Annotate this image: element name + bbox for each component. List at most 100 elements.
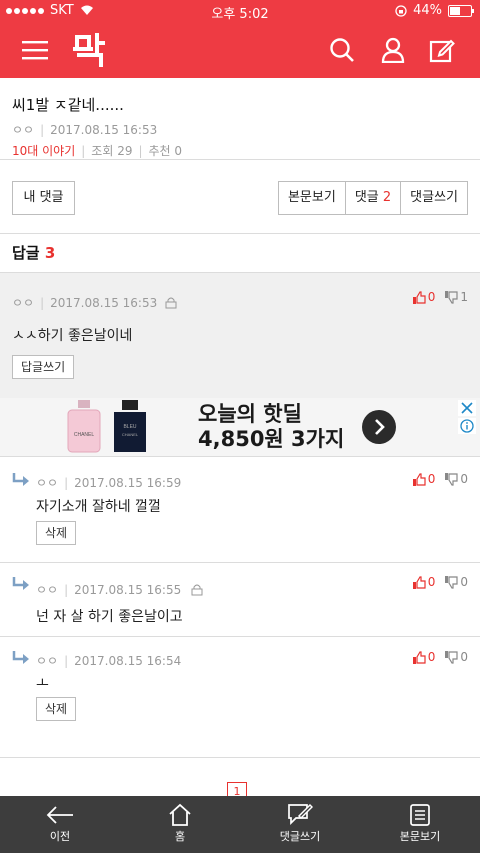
back-arrow-icon <box>46 806 73 824</box>
document-icon <box>410 804 430 826</box>
reply-button[interactable]: 답글쓰기 <box>12 355 75 379</box>
search-icon[interactable] <box>324 32 360 68</box>
lock-rotation-icon <box>395 4 407 17</box>
post-views: 조회 29 <box>91 144 133 158</box>
upvote-button[interactable]: 0 <box>412 650 436 664</box>
view-post-button[interactable]: 본문보기 <box>279 182 345 214</box>
reply-arrow-icon <box>12 577 29 590</box>
comment-text: ㅗ <box>36 676 49 692</box>
post-category[interactable]: 10대 이야기 <box>12 144 75 158</box>
ad-line2: 4,850원 3가지 <box>198 427 345 451</box>
post-title: 씨1발 ㅈ같네...... <box>12 96 124 114</box>
logo[interactable] <box>70 30 110 70</box>
battery-icon <box>448 4 474 17</box>
comment-write-icon <box>288 803 313 826</box>
comments-tab-button[interactable]: 댓글 2 <box>344 182 400 214</box>
comment-text: 자기소개 잘하네 껄껄 <box>36 499 161 515</box>
write-comment-tab[interactable]: 댓글쓰기 <box>240 796 360 853</box>
upvote-count: 0 <box>427 290 436 304</box>
thumbs-down-icon <box>445 472 458 486</box>
ad-next-button[interactable] <box>362 410 396 444</box>
upvote-button[interactable]: 0 <box>412 575 436 589</box>
post-author: ㅇㅇ <box>12 123 35 137</box>
back-label: 이전 <box>49 830 71 843</box>
thumbs-up-icon <box>412 650 426 664</box>
user-icon[interactable] <box>375 32 411 68</box>
upvote-count: 0 <box>427 575 436 589</box>
ad-banner[interactable]: CHANEL BLEU CHANEL 오늘의 핫딜 4,850원 3가지 <box>0 398 480 456</box>
divider <box>0 757 480 758</box>
downvote-button[interactable]: 1 <box>445 290 468 304</box>
comment-actions: 본문보기 댓글 2 댓글쓰기 <box>277 181 468 215</box>
info-icon <box>460 419 474 433</box>
my-comments-button[interactable]: 내 댓글 <box>12 181 75 215</box>
post-recommend: 추천 0 <box>148 144 183 158</box>
home-tab[interactable]: 홈 <box>120 796 240 853</box>
post-meta: ㅇㅇ | 2017.08.15 16:53 <box>12 123 158 137</box>
downvote-button[interactable]: 0 <box>445 650 468 664</box>
comment-text: 넌 자 살 하기 좋은날이고 <box>36 609 183 625</box>
thumbs-down-icon <box>445 290 458 304</box>
svg-text:CHANEL: CHANEL <box>74 432 95 438</box>
upvote-button[interactable]: 0 <box>412 290 436 304</box>
ad-close-button[interactable] <box>458 400 476 416</box>
home-icon <box>169 803 191 826</box>
ad-line1: 오늘의 핫딜 <box>198 402 302 426</box>
edit-icon[interactable] <box>424 32 460 68</box>
write-comment-button[interactable]: 댓글쓰기 <box>400 182 467 214</box>
bottom-nav: 이전 홈 댓글쓰기 본문보기 <box>0 796 480 853</box>
perfume-image: CHANEL BLEU CHANEL <box>67 400 146 453</box>
post-date: 2017.08.15 16:53 <box>50 123 158 137</box>
battery-percent: 44% <box>413 3 442 18</box>
delete-button[interactable]: 삭제 <box>36 521 77 545</box>
downvote-button[interactable]: 0 <box>445 472 468 486</box>
svg-text:CHANEL: CHANEL <box>122 432 139 437</box>
upvote-button[interactable]: 0 <box>412 472 436 486</box>
status-bar: SKT 오후 5:02 44% <box>0 0 480 22</box>
replies-count: 3 <box>44 244 56 262</box>
comment-author: ㅇㅇ <box>36 654 59 668</box>
comment-item: ㅇㅇ | 2017.08.15 16:54 0 0 ㅗ 삭제 <box>0 637 480 757</box>
chevron-right-icon <box>375 419 385 435</box>
delete-button[interactable]: 삭제 <box>36 697 77 721</box>
view-post-tab[interactable]: 본문보기 <box>360 796 480 853</box>
comment-author: ㅇㅇ <box>12 296 35 310</box>
comment-item: ㅇㅇ | 2017.08.15 16:55 0 0 넌 자 살 하기 좋은날이고 <box>0 563 480 636</box>
divider <box>0 159 480 160</box>
write-comment-label: 댓글쓰기 <box>279 830 321 843</box>
thumbs-down-icon <box>445 650 458 664</box>
replies-heading: 답글 3 <box>12 244 56 262</box>
divider <box>0 233 480 234</box>
downvote-count: 0 <box>460 575 468 589</box>
lock-icon <box>191 584 203 595</box>
post-stats: 10대 이야기 | 조회 29 | 추천 0 <box>12 144 183 158</box>
pann-logo-icon <box>73 33 105 67</box>
upvote-count: 0 <box>427 472 436 486</box>
downvote-button[interactable]: 0 <box>445 575 468 589</box>
comments-count: 2 <box>382 190 392 205</box>
upvote-count: 0 <box>427 650 436 664</box>
app-header <box>0 22 480 78</box>
comment-date: 2017.08.15 16:53 <box>50 295 158 310</box>
thumbs-up-icon <box>412 290 426 304</box>
downvote-count: 0 <box>460 472 468 486</box>
post-header: 씨1발 ㅈ같네...... ㅇㅇ | 2017.08.15 16:53 10대 이야… <box>12 94 468 159</box>
ad-info-button[interactable] <box>458 418 476 434</box>
back-tab[interactable]: 이전 <box>0 796 120 853</box>
thumbs-up-icon <box>412 472 426 486</box>
thumbs-down-icon <box>445 575 458 589</box>
downvote-count: 0 <box>460 650 468 664</box>
comment-date: 2017.08.15 16:59 <box>74 475 182 490</box>
comment-author: ㅇㅇ <box>36 476 59 490</box>
close-icon <box>461 402 473 414</box>
comment-author: ㅇㅇ <box>36 583 59 597</box>
comment-date: 2017.08.15 16:55 <box>74 582 182 597</box>
comment-item: ㅇㅇ | 2017.08.15 16:53 0 1 ㅅㅅ하기 좋은날이네 답글쓰기 <box>0 272 480 399</box>
home-label: 홈 <box>174 830 186 843</box>
comment-text: ㅅㅅ하기 좋은날이네 <box>12 328 133 344</box>
lock-icon <box>165 297 177 308</box>
comment-date: 2017.08.15 16:54 <box>74 653 182 668</box>
reply-arrow-icon <box>12 473 29 486</box>
downvote-count: 1 <box>460 290 468 304</box>
menu-icon[interactable] <box>17 32 53 68</box>
